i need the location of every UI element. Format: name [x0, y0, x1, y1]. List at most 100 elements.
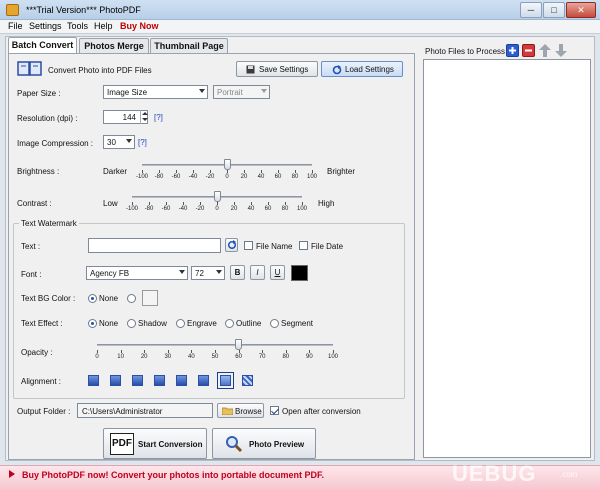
alignment-button-1[interactable] — [88, 375, 99, 386]
brightness-tick — [261, 170, 262, 173]
alignment-button-8[interactable] — [242, 375, 253, 386]
maximize-button[interactable]: □ — [543, 2, 565, 18]
resolution-label: Resolution (dpi) : — [17, 114, 78, 123]
promo-banner-text[interactable]: Buy PhotoPDF now! Convert your photos in… — [22, 470, 324, 480]
arrow-up-icon — [539, 44, 551, 57]
open-after-checkbox[interactable] — [270, 406, 279, 415]
paper-size-value: Image Size — [107, 88, 148, 97]
close-button[interactable]: ✕ — [566, 2, 596, 18]
paper-size-label: Paper Size : — [17, 89, 61, 98]
contrast-tick — [285, 202, 286, 205]
font-size-select[interactable]: 72 — [191, 266, 225, 280]
contrast-tick — [200, 202, 201, 205]
contrast-tick — [149, 202, 150, 205]
effect-shadow-radio[interactable] — [127, 319, 136, 328]
effect-segment-label: Segment — [281, 319, 314, 328]
output-folder-input[interactable]: C:\Users\Administrator — [77, 403, 213, 418]
menu-tools[interactable]: Tools — [67, 21, 88, 31]
contrast-thumb[interactable] — [213, 191, 221, 202]
save-settings-label: Save Settings — [259, 65, 309, 74]
tab-photos-merge[interactable]: Photos Merge — [79, 38, 149, 54]
tab-thumbnail-page[interactable]: Thumbnail Page — [150, 38, 228, 54]
contrast-high-label: High — [318, 199, 335, 208]
compression-help-link[interactable]: [?] — [138, 138, 147, 147]
bg-color-radio[interactable] — [127, 294, 136, 303]
minimize-button[interactable]: ─ — [520, 2, 542, 18]
start-conversion-button[interactable]: PDF Start Conversion — [103, 428, 207, 459]
file-name-checkbox[interactable] — [244, 241, 253, 250]
brightness-brighter-label: Brighter — [327, 167, 356, 176]
opacity-tick-label: 10 — [117, 354, 124, 360]
convert-caption: Convert Photo into PDF Files — [48, 66, 152, 75]
brightness-tick — [142, 170, 143, 173]
brightness-slider[interactable]: -100 -80 -60 -40 -20 0 20 40 60 80 100 — [136, 159, 317, 185]
brightness-darker-label: Darker — [103, 167, 128, 176]
file-date-label: File Date — [311, 242, 344, 251]
alignment-button-3[interactable] — [132, 375, 143, 386]
effect-outline-radio[interactable] — [225, 319, 234, 328]
output-folder-label: Output Folder : — [17, 407, 71, 416]
remove-file-button[interactable] — [522, 44, 535, 57]
text-effect-label: Text Effect : — [21, 319, 63, 328]
output-folder-path: C:\Users\Administrator — [82, 407, 163, 416]
effect-engrave-radio[interactable] — [176, 319, 185, 328]
resolution-help-link[interactable]: [?] — [154, 113, 163, 122]
move-up-button[interactable] — [539, 44, 551, 57]
add-file-button[interactable] — [506, 44, 519, 57]
file-date-checkbox[interactable] — [299, 241, 308, 250]
brightness-thumb[interactable] — [223, 159, 231, 170]
effect-segment-radio[interactable] — [270, 319, 279, 328]
opacity-track[interactable] — [97, 344, 333, 346]
italic-button[interactable]: I — [250, 265, 265, 280]
opacity-tick — [191, 350, 193, 353]
opacity-tick — [262, 350, 264, 353]
contrast-tick-label: 100 — [296, 206, 307, 212]
menu-buy-now[interactable]: Buy Now — [120, 21, 159, 31]
opacity-tick-label: 60 — [235, 354, 242, 360]
orientation-select[interactable]: Portrait — [213, 85, 270, 99]
file-name-label: File Name — [256, 242, 293, 251]
alignment-button-6[interactable] — [198, 375, 209, 386]
font-select[interactable]: Agency FB — [86, 266, 188, 280]
browse-button[interactable]: Browse — [217, 403, 264, 418]
compression-select[interactable]: 30 — [103, 135, 135, 149]
contrast-tick — [251, 202, 252, 205]
opacity-thumb[interactable] — [235, 339, 243, 350]
photo-files-list[interactable] — [423, 59, 591, 458]
opacity-slider[interactable]: 0 10 20 30 40 50 60 70 80 90 100 — [92, 339, 338, 365]
insert-variable-button[interactable] — [225, 238, 238, 252]
opacity-tick-label: 20 — [140, 354, 148, 360]
bg-color-swatch[interactable] — [142, 290, 158, 306]
alignment-button-4[interactable] — [154, 375, 165, 386]
photo-preview-button[interactable]: Photo Preview — [212, 428, 316, 459]
alignment-buttons — [88, 372, 258, 390]
watermark-text-input[interactable] — [88, 238, 221, 253]
alignment-button-2[interactable] — [110, 375, 121, 386]
bg-none-radio[interactable] — [88, 294, 97, 303]
contrast-label: Contrast : — [17, 199, 52, 208]
watermark-text-label: Text : — [21, 242, 41, 251]
resolution-spinner[interactable] — [140, 110, 148, 124]
effect-none-label: None — [99, 319, 119, 328]
alignment-button-5[interactable] — [176, 375, 187, 386]
load-settings-button[interactable]: Load Settings — [321, 61, 403, 77]
menu-file[interactable]: File — [8, 21, 23, 31]
opacity-tick — [144, 350, 146, 353]
font-color-swatch[interactable] — [291, 265, 308, 281]
menu-settings[interactable]: Settings — [29, 21, 62, 31]
move-down-button[interactable] — [555, 44, 567, 57]
menu-help[interactable]: Help — [94, 21, 113, 31]
opacity-tick — [309, 350, 311, 353]
paper-size-select[interactable]: Image Size — [103, 85, 208, 99]
alignment-button-7[interactable] — [217, 372, 234, 389]
bold-button[interactable]: B — [230, 265, 245, 280]
effect-engrave-label: Engrave — [187, 319, 217, 328]
save-settings-button[interactable]: Save Settings — [236, 61, 318, 77]
contrast-slider[interactable]: -100 -80 -60 -40 -20 0 20 40 60 80 100 — [126, 191, 307, 217]
contrast-tick — [183, 202, 184, 205]
font-label: Font : — [21, 270, 42, 279]
contrast-tick — [166, 202, 167, 205]
underline-button[interactable]: U — [270, 265, 285, 280]
tab-batch-convert[interactable]: Batch Convert — [8, 37, 77, 54]
effect-none-radio[interactable] — [88, 319, 97, 328]
